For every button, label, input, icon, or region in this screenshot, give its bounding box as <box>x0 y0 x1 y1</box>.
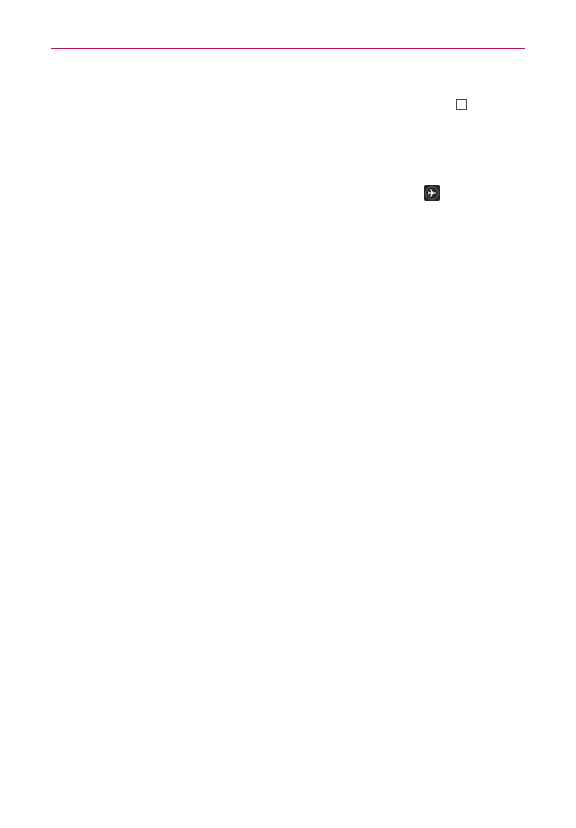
checkbox-icon <box>456 99 467 110</box>
header-divider <box>51 48 525 49</box>
airplane-mode-icon <box>424 185 440 201</box>
